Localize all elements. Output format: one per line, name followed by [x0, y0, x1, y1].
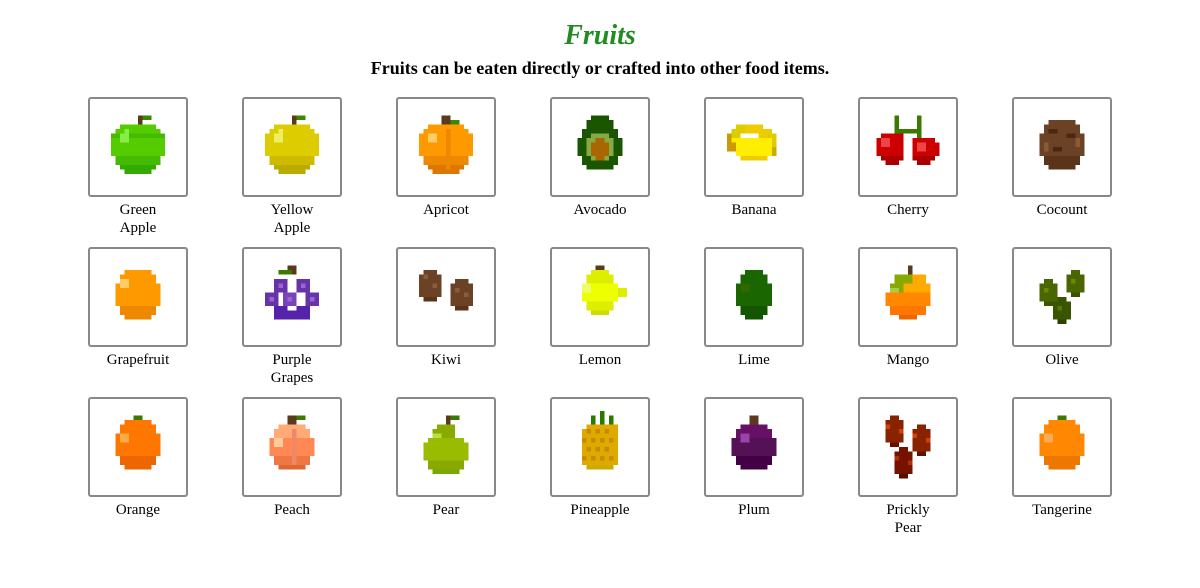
fruit-item-olive[interactable]: Olive	[992, 247, 1132, 387]
fruit-label-prickly-pear: PricklyPear	[886, 501, 929, 537]
fruit-item-prickly-pear[interactable]: PricklyPear	[838, 397, 978, 537]
fruit-box-lemon	[550, 247, 650, 347]
fruit-item-lemon[interactable]: Lemon	[530, 247, 670, 387]
fruits-grid: GreenApple YellowApple	[68, 97, 1132, 537]
fruit-box-purple-grapes	[242, 247, 342, 347]
fruit-label-pineapple: Pineapple	[570, 501, 629, 519]
fruit-label-banana: Banana	[732, 201, 777, 219]
fruit-item-pear[interactable]: Pear	[376, 397, 516, 537]
fruit-item-mango[interactable]: Mango	[838, 247, 978, 387]
fruit-box-avocado	[550, 97, 650, 197]
fruit-item-avocado[interactable]: Avocado	[530, 97, 670, 237]
fruit-box-olive	[1012, 247, 1112, 347]
fruit-label-apricot: Apricot	[423, 201, 469, 219]
fruit-label-olive: Olive	[1045, 351, 1078, 369]
fruit-item-yellow-apple[interactable]: YellowApple	[222, 97, 362, 237]
fruit-box-pineapple	[550, 397, 650, 497]
fruit-box-pear	[396, 397, 496, 497]
fruit-item-kiwi[interactable]: Kiwi	[376, 247, 516, 387]
fruit-label-cherry: Cherry	[887, 201, 929, 219]
fruit-item-purple-grapes[interactable]: PurpleGrapes	[222, 247, 362, 387]
fruit-item-peach[interactable]: Peach	[222, 397, 362, 537]
fruit-label-avocado: Avocado	[573, 201, 626, 219]
fruit-label-coconut: Cocount	[1037, 201, 1088, 219]
fruit-label-tangerine: Tangerine	[1032, 501, 1092, 519]
fruit-box-apricot	[396, 97, 496, 197]
fruit-item-cherry[interactable]: Cherry	[838, 97, 978, 237]
fruit-box-lime	[704, 247, 804, 347]
fruit-label-peach: Peach	[274, 501, 310, 519]
fruit-item-green-apple[interactable]: GreenApple	[68, 97, 208, 237]
page-title: Fruits	[564, 20, 636, 52]
fruit-label-mango: Mango	[887, 351, 930, 369]
fruit-item-grapefruit[interactable]: Grapefruit	[68, 247, 208, 387]
fruit-label-kiwi: Kiwi	[431, 351, 461, 369]
fruit-label-plum: Plum	[738, 501, 770, 519]
fruit-box-orange	[88, 397, 188, 497]
fruit-label-lime: Lime	[738, 351, 770, 369]
fruit-item-apricot[interactable]: Apricot	[376, 97, 516, 237]
fruit-label-green-apple: GreenApple	[120, 201, 157, 237]
fruit-box-grapefruit	[88, 247, 188, 347]
fruit-item-tangerine[interactable]: Tangerine	[992, 397, 1132, 537]
fruit-item-plum[interactable]: Plum	[684, 397, 824, 537]
fruit-item-coconut[interactable]: Cocount	[992, 97, 1132, 237]
fruit-box-kiwi	[396, 247, 496, 347]
fruit-box-peach	[242, 397, 342, 497]
fruit-box-mango	[858, 247, 958, 347]
fruit-item-pineapple[interactable]: Pineapple	[530, 397, 670, 537]
fruit-label-grapefruit: Grapefruit	[107, 351, 169, 369]
fruit-item-orange[interactable]: Orange	[68, 397, 208, 537]
page-subtitle: Fruits can be eaten directly or crafted …	[371, 58, 829, 79]
fruit-label-purple-grapes: PurpleGrapes	[271, 351, 313, 387]
fruit-item-banana[interactable]: Banana	[684, 97, 824, 237]
fruit-box-tangerine	[1012, 397, 1112, 497]
fruit-box-plum	[704, 397, 804, 497]
fruit-item-lime[interactable]: Lime	[684, 247, 824, 387]
fruit-box-cherry	[858, 97, 958, 197]
fruit-box-banana	[704, 97, 804, 197]
fruit-box-coconut	[1012, 97, 1112, 197]
fruit-box-green-apple	[88, 97, 188, 197]
fruit-label-yellow-apple: YellowApple	[271, 201, 314, 237]
fruit-label-orange: Orange	[116, 501, 160, 519]
fruit-box-yellow-apple	[242, 97, 342, 197]
fruit-label-lemon: Lemon	[579, 351, 622, 369]
fruit-label-pear: Pear	[433, 501, 460, 519]
fruit-box-prickly-pear	[858, 397, 958, 497]
